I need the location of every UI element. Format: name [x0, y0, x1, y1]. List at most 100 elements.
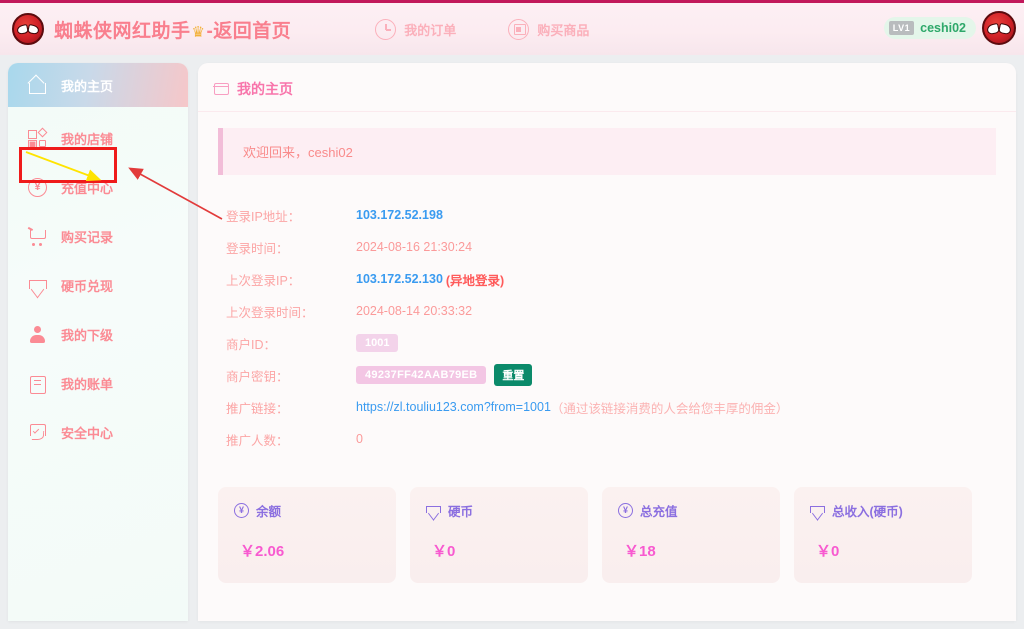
- sidebar-item-security-center[interactable]: 安全中心: [8, 413, 188, 451]
- stat-card-value-total-income: ￥0: [816, 543, 840, 560]
- info-row: 商户ID： 1001: [226, 327, 1016, 359]
- person-icon: [28, 325, 47, 344]
- stat-card-header: ¥ 余额: [234, 501, 396, 520]
- info-value-promo-link[interactable]: https://zl.touliu123.com?from=1001: [356, 400, 551, 414]
- info-value-remote-login-warning: (异地登录): [445, 273, 505, 288]
- home-icon: [28, 76, 47, 95]
- info-label-merchant-id: 商户ID：: [226, 337, 277, 352]
- diamond-icon: [810, 503, 825, 518]
- info-row: 登录时间： 2024-08-16 21:30:24: [226, 231, 1016, 263]
- info-row: 上次登录IP： 103.172.52.130 (异地登录): [226, 263, 1016, 295]
- info-note-promo-link: （通过该链接消费的人会给您丰厚的佣金）: [550, 401, 789, 416]
- info-label-login-ip: 登录IP地址：: [226, 209, 301, 224]
- shop-grid-icon: [28, 127, 48, 149]
- brand-title: 蜘蛛侠网红助手♛-返回首页: [54, 16, 291, 43]
- info-label-login-time: 登录时间：: [226, 241, 289, 256]
- info-label-merchant-key: 商户密钥：: [226, 369, 289, 384]
- panel-header: 我的主页: [198, 63, 1016, 112]
- info-row: 推广链接： https://zl.touliu123.com?from=1001…: [226, 391, 1016, 423]
- stat-card-header: ¥ 总充值: [618, 501, 780, 520]
- clipboard-icon: [28, 374, 47, 394]
- sidebar-label-my-subordinates: 我的下级: [61, 327, 114, 343]
- user-pill[interactable]: LV1 ceshi02: [883, 17, 976, 39]
- sidebar-label-my-homepage: 我的主页: [61, 78, 114, 94]
- sidebar-item-purchase-records[interactable]: 购买记录: [8, 217, 188, 255]
- info-value-login-time: 2024-08-16 21:30:24: [356, 240, 473, 254]
- window-icon: [213, 83, 229, 95]
- cart-icon: [28, 227, 47, 246]
- top-header-bar: 蜘蛛侠网红助手♛-返回首页 我的订单 购买商品 LV1 ceshi02: [0, 0, 1024, 55]
- sidebar-item-coin-cashout[interactable]: 硬币兑现: [8, 266, 188, 304]
- stat-card-label-balance: 余额: [256, 505, 282, 519]
- shop-bag-icon: [508, 18, 530, 40]
- yen-circle-icon: ¥: [618, 503, 633, 518]
- stat-card-label-coins: 硬币: [448, 505, 474, 519]
- sidebar-label-coin-cashout: 硬币兑现: [61, 278, 114, 294]
- spiderman-avatar-icon[interactable]: [982, 11, 1016, 45]
- crown-icon: ♛: [191, 23, 206, 41]
- top-navigation: 我的订单 购买商品: [375, 18, 590, 40]
- info-label-promo-count: 推广人数：: [226, 433, 289, 448]
- welcome-banner: 欢迎回来，ceshi02: [218, 128, 996, 175]
- brand-title-suffix: -返回首页: [206, 20, 292, 42]
- yen-circle-icon: ¥: [234, 503, 249, 518]
- info-label-last-login-time: 上次登录时间：: [226, 305, 314, 320]
- diamond-icon: [28, 276, 47, 295]
- user-area[interactable]: LV1 ceshi02: [883, 11, 1016, 45]
- stat-card-value-total-recharge: ￥18: [624, 543, 656, 560]
- topnav-my-orders-label: 我的订单: [404, 22, 457, 38]
- info-label-promo-link: 推广链接：: [226, 401, 289, 416]
- brand-logo-area[interactable]: 蜘蛛侠网红助手♛-返回首页: [12, 13, 291, 45]
- stat-card-label-total-income: 总收入(硬币): [832, 505, 903, 519]
- sidebar: 我的主页 我的店铺 ¥ 充值中心 购买记录 硬币兑现 我的下级 我的账单 安全中: [8, 63, 188, 621]
- stat-card-value-coins: ￥0: [432, 543, 456, 560]
- page-title: 我的主页: [237, 81, 293, 97]
- stat-card-header: 硬币: [426, 501, 588, 520]
- spiderman-mask-icon: [12, 13, 44, 45]
- clock-history-icon: [375, 18, 397, 40]
- topnav-my-orders[interactable]: 我的订单: [375, 18, 457, 40]
- sidebar-label-my-bills: 我的账单: [61, 376, 114, 392]
- topnav-buy-goods-label: 购买商品: [537, 22, 590, 38]
- sidebar-label-my-shop: 我的店铺: [61, 131, 114, 147]
- info-row: 商户密钥： 49237FF42AAB79EB 重置: [226, 359, 1016, 391]
- stat-card-total-recharge: ¥ 总充值 ￥18: [602, 487, 780, 583]
- sidebar-item-my-bills[interactable]: 我的账单: [8, 364, 188, 402]
- sidebar-item-my-shop[interactable]: 我的店铺: [8, 119, 188, 157]
- stat-card-value-balance: ￥2.06: [240, 543, 285, 560]
- stat-card-label-total-recharge: 总充值: [640, 505, 678, 519]
- brand-title-text: 蜘蛛侠网红助手: [54, 20, 191, 42]
- info-value-last-login-time: 2024-08-14 20:33:32: [356, 304, 473, 318]
- diamond-icon: [426, 503, 441, 518]
- account-info-list: 登录IP地址： 103.172.52.198 登录时间： 2024-08-16 …: [198, 199, 1016, 455]
- reset-key-button[interactable]: 重置: [494, 364, 533, 386]
- stat-card-total-income: 总收入(硬币) ￥0: [794, 487, 972, 583]
- info-value-last-login-ip: 103.172.52.130: [356, 272, 443, 286]
- sidebar-item-my-subordinates[interactable]: 我的下级: [8, 315, 188, 353]
- info-value-merchant-key: 49237FF42AAB79EB: [356, 366, 487, 384]
- shield-check-icon: [28, 423, 47, 442]
- info-row: 登录IP地址： 103.172.52.198: [226, 199, 1016, 231]
- stat-card-coins: 硬币 ￥0: [410, 487, 588, 583]
- stat-card-header: 总收入(硬币): [810, 501, 972, 520]
- info-row: 上次登录时间： 2024-08-14 20:33:32: [226, 295, 1016, 327]
- welcome-text: 欢迎回来，ceshi02: [243, 145, 353, 160]
- level-badge: LV1: [888, 21, 915, 35]
- page-root: 蜘蛛侠网红助手♛-返回首页 我的订单 购买商品 LV1 ceshi02 我的主页…: [0, 0, 1024, 629]
- sidebar-label-purchase-records: 购买记录: [61, 229, 114, 245]
- stat-card-balance: ¥ 余额 ￥2.06: [218, 487, 396, 583]
- info-value-promo-count: 0: [356, 432, 363, 446]
- sidebar-item-my-homepage[interactable]: 我的主页: [8, 63, 188, 107]
- info-value-login-ip: 103.172.52.198: [356, 208, 443, 222]
- yen-circle-icon: ¥: [28, 177, 47, 197]
- sidebar-label-recharge-center: 充值中心: [61, 180, 114, 196]
- topnav-buy-goods[interactable]: 购买商品: [508, 18, 590, 40]
- stat-cards: ¥ 余额 ￥2.06 硬币 ￥0 ¥ 总充值 ￥18 总收入(硬币) ￥0: [218, 487, 1016, 583]
- info-value-merchant-id: 1001: [356, 334, 399, 352]
- sidebar-label-security-center: 安全中心: [61, 425, 114, 441]
- sidebar-item-recharge-center[interactable]: ¥ 充值中心: [8, 168, 188, 206]
- username-label: ceshi02: [920, 21, 966, 35]
- info-row: 推广人数： 0: [226, 423, 1016, 455]
- content-panel: 我的主页 欢迎回来，ceshi02 登录IP地址： 103.172.52.198…: [198, 63, 1016, 621]
- info-label-last-login-ip: 上次登录IP：: [226, 273, 301, 288]
